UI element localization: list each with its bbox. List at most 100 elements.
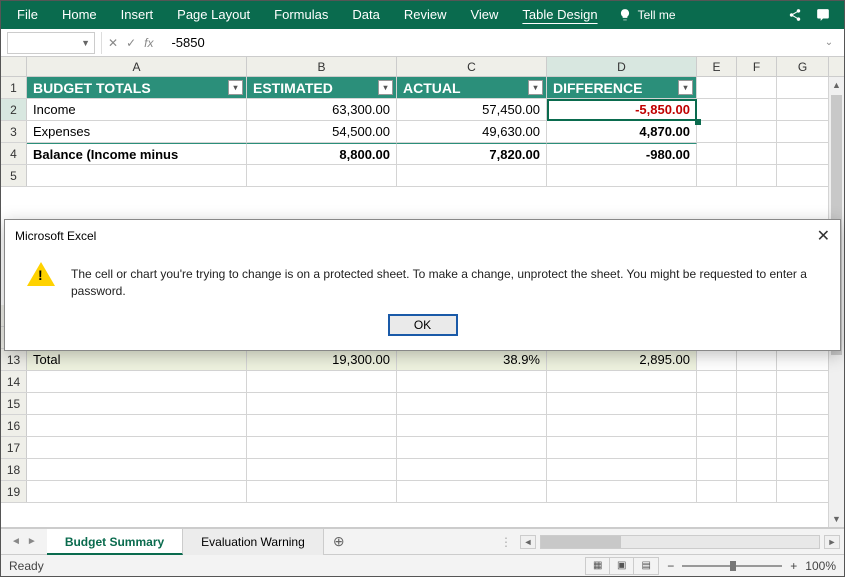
cell[interactable] [777,371,829,392]
cell[interactable] [397,415,547,436]
select-all-corner[interactable] [1,57,27,76]
cell[interactable]: 19,300.00 [247,349,397,370]
row-header[interactable]: 13 [1,349,27,370]
cell[interactable] [737,121,777,142]
cell[interactable] [777,121,829,142]
view-page-layout-icon[interactable]: ▣ [610,558,634,574]
cell[interactable] [247,165,397,186]
cell[interactable] [27,371,247,392]
cell[interactable] [697,349,737,370]
cell[interactable] [777,99,829,120]
scroll-up-icon[interactable]: ▲ [829,77,844,93]
cell[interactable] [27,481,247,502]
cell[interactable] [547,459,697,480]
cell[interactable] [397,165,547,186]
cell[interactable] [27,415,247,436]
tab-insert[interactable]: Insert [109,1,166,29]
close-icon[interactable]: ✕ [817,226,830,246]
cell[interactable] [547,481,697,502]
cell[interactable] [777,165,829,186]
cell[interactable] [547,393,697,414]
comment-icon[interactable] [816,8,830,22]
cell[interactable]: 2,895.00 [547,349,697,370]
row-header[interactable]: 15 [1,393,27,414]
tab-review[interactable]: Review [392,1,459,29]
cell[interactable] [547,371,697,392]
cell[interactable] [737,459,777,480]
cell[interactable]: 38.9% [397,349,547,370]
chevron-down-icon[interactable]: ▼ [81,38,90,48]
cell[interactable] [697,371,737,392]
tab-data[interactable]: Data [340,1,391,29]
cell[interactable] [737,393,777,414]
cell[interactable]: 8,800.00 [247,143,397,164]
cell[interactable]: Total [27,349,247,370]
sheet-tab-active[interactable]: Budget Summary [47,529,183,555]
cell[interactable] [697,121,737,142]
tell-me[interactable]: Tell me [618,8,676,22]
col-header-G[interactable]: G [777,57,829,76]
filter-icon[interactable]: ▾ [378,80,393,95]
cell[interactable] [247,371,397,392]
cell[interactable]: ESTIMATED▾ [247,77,397,98]
cell[interactable] [777,393,829,414]
row-header[interactable]: 1 [1,77,27,98]
col-header-D[interactable]: D [547,57,697,76]
col-header-B[interactable]: B [247,57,397,76]
cell[interactable] [697,459,737,480]
zoom-out-icon[interactable]: − [667,559,674,573]
cell[interactable]: DIFFERENCE▾ [547,77,697,98]
cell[interactable] [27,459,247,480]
cell[interactable] [397,481,547,502]
cell[interactable]: Income [27,99,247,120]
col-header-C[interactable]: C [397,57,547,76]
cell[interactable] [737,77,777,98]
scroll-left-icon[interactable]: ◄ [520,535,536,549]
active-cell[interactable]: -5,850.00 [547,99,697,120]
cell[interactable] [397,459,547,480]
cell[interactable] [547,165,697,186]
row-header[interactable]: 5 [1,165,27,186]
cell[interactable] [777,459,829,480]
cell[interactable] [397,393,547,414]
cell[interactable] [397,371,547,392]
cell[interactable] [247,415,397,436]
view-page-break-icon[interactable]: ▤ [634,558,658,574]
cancel-icon[interactable]: ✕ [108,36,118,50]
cell[interactable] [737,165,777,186]
cell[interactable]: BUDGET TOTALS▾ [27,77,247,98]
cell[interactable] [697,481,737,502]
cell[interactable]: 7,820.00 [397,143,547,164]
cell[interactable] [697,415,737,436]
row-header[interactable]: 19 [1,481,27,502]
cell[interactable] [737,349,777,370]
tab-page-layout[interactable]: Page Layout [165,1,262,29]
sheet-tab[interactable]: Evaluation Warning [183,529,324,555]
tab-formulas[interactable]: Formulas [262,1,340,29]
cell[interactable] [777,437,829,458]
cell[interactable]: 57,450.00 [397,99,547,120]
cell[interactable] [737,371,777,392]
cell[interactable] [777,481,829,502]
row-header[interactable]: 17 [1,437,27,458]
cell[interactable]: 4,870.00 [547,121,697,142]
sheet-next-icon[interactable]: ► [27,536,37,547]
horizontal-scrollbar[interactable]: ⋮ ◄ ► [354,535,844,549]
tab-view[interactable]: View [458,1,510,29]
cell[interactable]: 54,500.00 [247,121,397,142]
cell[interactable] [697,165,737,186]
cell[interactable] [547,415,697,436]
cell[interactable] [697,143,737,164]
cell[interactable] [697,77,737,98]
sheet-prev-icon[interactable]: ◄ [11,536,21,547]
cell[interactable] [777,349,829,370]
sheet-nav[interactable]: ◄► [1,536,47,547]
cell[interactable]: 49,630.00 [397,121,547,142]
cell[interactable] [247,393,397,414]
cell[interactable] [247,437,397,458]
cell[interactable] [777,143,829,164]
scroll-right-icon[interactable]: ► [824,535,840,549]
add-sheet-icon[interactable]: ⊕ [324,533,354,550]
formula-expand-icon[interactable]: ⌄ [820,37,838,48]
cell[interactable] [737,481,777,502]
